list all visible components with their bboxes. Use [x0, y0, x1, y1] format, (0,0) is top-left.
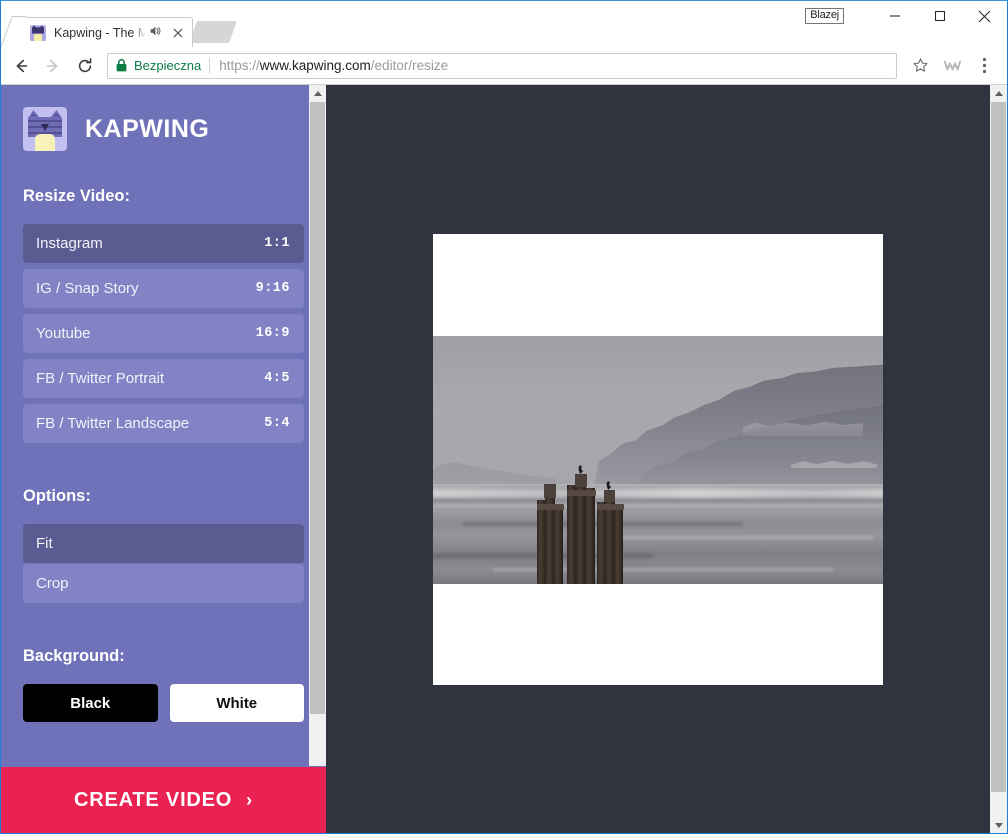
ratio-label: IG / Snap Story — [36, 280, 139, 297]
page-content: KAPWING Resize Video: Instagram 1:1 IG /… — [1, 85, 1007, 833]
close-button[interactable] — [962, 1, 1007, 31]
create-video-label: CREATE VIDEO — [74, 789, 233, 811]
editor-sidebar: KAPWING Resize Video: Instagram 1:1 IG /… — [1, 85, 326, 833]
ratio-option-fb-twitter-portrait[interactable]: FB / Twitter Portrait 4:5 — [23, 359, 304, 398]
speaker-icon[interactable] — [148, 24, 164, 41]
options-section-label: Options: — [23, 487, 91, 505]
lock-icon — [116, 59, 128, 72]
background-buttons: Black White — [23, 684, 304, 722]
profile-name-chip[interactable]: Blazej — [805, 8, 844, 24]
sidebar-scrollbar[interactable] — [309, 85, 326, 766]
security-label: Bezpieczna — [134, 58, 202, 73]
option-fit[interactable]: Fit — [23, 524, 304, 563]
water-streak — [433, 504, 883, 507]
url-path: /editor/resize — [370, 58, 449, 73]
background-label: Black — [70, 694, 111, 712]
piling-cluster-middle — [567, 459, 599, 584]
bird-perched-middle — [578, 465, 583, 474]
browser-window: Kapwing - The Moder Blazej — [0, 0, 1008, 834]
sidebar-scrollbar-thumb[interactable] — [310, 102, 325, 714]
browser-tab[interactable]: Kapwing - The Moder — [15, 17, 193, 47]
ratio-label: Instagram — [36, 235, 103, 252]
option-label: Crop — [36, 575, 69, 592]
options-list: Fit Crop — [23, 524, 304, 603]
back-arrow-icon[interactable] — [6, 51, 36, 81]
tab-strip: Kapwing - The Moder Blazej — [1, 1, 1007, 47]
window-controls: Blazej — [805, 1, 1007, 31]
piling-cluster-left — [537, 474, 567, 584]
water-streak — [613, 536, 873, 539]
chevron-right-icon: › — [246, 790, 253, 810]
brand-name: KAPWING — [85, 114, 210, 143]
new-tab-button[interactable] — [188, 21, 238, 43]
ratio-value: 4:5 — [264, 371, 290, 386]
ratio-value: 16:9 — [255, 326, 290, 341]
background-black-button[interactable]: Black — [23, 684, 158, 722]
ratio-value: 9:16 — [255, 281, 290, 296]
option-label: Fit — [36, 535, 53, 552]
option-crop[interactable]: Crop — [23, 564, 304, 603]
ratio-label: FB / Twitter Portrait — [36, 370, 165, 387]
ratio-option-instagram[interactable]: Instagram 1:1 — [23, 224, 304, 263]
url-host: www.kapwing.com — [259, 58, 371, 73]
minimize-button[interactable] — [872, 1, 917, 31]
scroll-up-arrow[interactable] — [309, 85, 326, 102]
resize-ratio-list: Instagram 1:1 IG / Snap Story 9:16 Youtu… — [23, 224, 304, 443]
scroll-up-arrow[interactable] — [990, 85, 1007, 102]
water-glint — [433, 488, 883, 498]
background-white-button[interactable]: White — [169, 684, 304, 722]
ratio-value: 1:1 — [264, 236, 290, 251]
omnibox-divider — [209, 57, 211, 74]
ratio-option-youtube[interactable]: Youtube 16:9 — [23, 314, 304, 353]
browser-toolbar: Bezpieczna https://www.kapwing.com/edito… — [1, 47, 1007, 85]
background-section-label: Background: — [23, 647, 125, 665]
ratio-option-ig-snap-story[interactable]: IG / Snap Story 9:16 — [23, 269, 304, 308]
background-label: White — [216, 694, 258, 712]
bird-perched-right — [606, 481, 611, 490]
video-media — [433, 336, 883, 584]
kapwing-cat-favicon — [30, 24, 46, 41]
video-preview-frame[interactable] — [433, 234, 883, 685]
create-video-button[interactable]: CREATE VIDEO › — [1, 767, 326, 833]
star-icon[interactable] — [905, 51, 935, 81]
ratio-value: 5:4 — [264, 416, 290, 431]
maximize-button[interactable] — [917, 1, 962, 31]
reload-icon[interactable] — [70, 51, 100, 81]
three-dot-menu-icon[interactable] — [969, 51, 999, 81]
extension-icon[interactable] — [937, 51, 967, 81]
close-icon[interactable] — [170, 25, 186, 41]
ratio-option-fb-twitter-landscape[interactable]: FB / Twitter Landscape 5:4 — [23, 404, 304, 443]
address-bar[interactable]: Bezpieczna https://www.kapwing.com/edito… — [107, 52, 897, 79]
url-scheme: https:// — [219, 58, 260, 73]
forward-arrow-icon — [38, 51, 68, 81]
url-text: https://www.kapwing.com/editor/resize — [219, 58, 448, 73]
tab-title: Kapwing - The Moder — [54, 25, 146, 40]
piling-cluster-right — [597, 474, 627, 584]
video-canvas-area — [326, 85, 1007, 833]
page-scrollbar-thumb[interactable] — [991, 102, 1006, 792]
scroll-down-arrow[interactable] — [990, 817, 1007, 833]
kapwing-cat-logo — [23, 107, 67, 151]
sidebar-scroll-area: KAPWING Resize Video: Instagram 1:1 IG /… — [1, 85, 326, 767]
wooden-pilings — [537, 454, 637, 584]
ratio-label: Youtube — [36, 325, 91, 342]
brand-header: KAPWING — [23, 107, 304, 151]
page-scrollbar[interactable] — [990, 85, 1007, 833]
ratio-label: FB / Twitter Landscape — [36, 415, 190, 432]
resize-section-label: Resize Video: — [23, 187, 130, 205]
